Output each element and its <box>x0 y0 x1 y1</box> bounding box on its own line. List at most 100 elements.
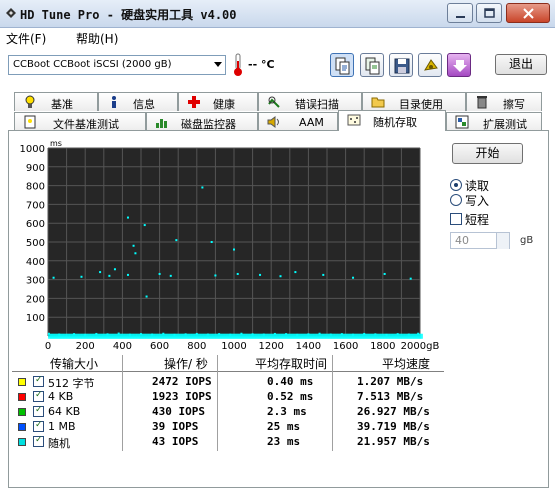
y-axis-label: ms <box>50 139 62 148</box>
col-header-access: 平均存取时间 <box>255 357 328 371</box>
chart-point <box>233 248 235 251</box>
options-button[interactable] <box>418 53 442 77</box>
tab-folder-usage[interactable]: 目录使用 <box>362 92 466 111</box>
series-checkbox[interactable] <box>33 405 44 417</box>
tab-benchmark[interactable]: 基准 <box>14 92 98 111</box>
chart-point <box>352 276 355 279</box>
table-row: 4 KB 1923 IOPS 0.52 ms 7.513 MB/s <box>12 389 442 405</box>
header-divider <box>12 371 444 372</box>
chart-point <box>409 277 412 280</box>
chart-point <box>80 275 83 278</box>
tab-random-access[interactable]: 随机存取 <box>338 110 446 131</box>
menu-file[interactable]: 文件(F) <box>6 30 46 47</box>
toolbar: CCBoot CCBoot iSCSI (2000 gB) -- °C 退出 <box>0 48 555 86</box>
x-tick-label: 600 <box>150 341 169 352</box>
temperature-readout: -- °C <box>248 58 275 71</box>
read-radio[interactable] <box>450 179 462 191</box>
folder-icon <box>371 97 385 108</box>
y-tick-label: 400 <box>26 257 45 268</box>
chart-point <box>175 239 178 242</box>
iops-value: 430 IOPS <box>152 405 205 418</box>
tab-extra-tests[interactable]: 扩展测试 <box>446 112 542 131</box>
chart-point <box>201 186 204 189</box>
short-stroke-unit: gB <box>520 235 534 246</box>
short-stroke-size-value: 40 <box>455 234 469 247</box>
tab-label: 基准 <box>51 98 73 111</box>
download-arrow-icon <box>453 60 467 72</box>
x-tick-label: 2000gB <box>401 341 440 352</box>
y-tick-label: 800 <box>26 182 45 193</box>
speaker-icon <box>267 116 279 128</box>
series-color-swatch <box>18 438 26 446</box>
series-checkbox[interactable] <box>33 375 44 387</box>
series-checkbox[interactable] <box>33 435 44 447</box>
copy-all-icon <box>365 57 380 75</box>
series-checkbox[interactable] <box>33 420 44 432</box>
chart-point <box>99 271 102 274</box>
random-access-icon <box>347 114 361 126</box>
y-tick-label: 500 <box>26 238 45 249</box>
close-button[interactable] <box>506 3 550 23</box>
minimize-icon <box>456 16 465 18</box>
access-time-value: 0.52 ms <box>267 390 314 403</box>
short-stroke-checkbox[interactable] <box>450 213 462 225</box>
tab-label: 健康 <box>213 98 235 111</box>
minimize-button[interactable] <box>447 3 473 23</box>
chart-point <box>210 241 213 243</box>
y-tick-label: 100 <box>26 313 45 324</box>
table-row: 1 MB 39 IOPS 25 ms 39.719 MB/s <box>12 419 442 435</box>
chart-point <box>158 272 161 275</box>
write-radio-label: 写入 <box>465 194 490 208</box>
transfer-size: 64 KB <box>48 405 81 418</box>
tab-label: 随机存取 <box>373 116 417 129</box>
chart-svg: 1000 900 800 700 600 500 400 300 200 100 ms 0 200 400… <box>20 139 440 352</box>
tab-health[interactable]: 健康 <box>178 92 258 111</box>
y-tick-label: 1000 <box>20 144 45 155</box>
x-tick-label: 1600 <box>333 341 358 352</box>
start-button[interactable]: 开始 <box>452 143 523 164</box>
copy-all-button[interactable] <box>360 53 384 77</box>
tab-label: 错误扫描 <box>295 98 339 111</box>
tab-file-benchmark[interactable]: 文件基准测试 <box>14 112 146 131</box>
tab-erase[interactable]: 擦写 <box>466 92 542 111</box>
chart-point <box>143 224 146 227</box>
tab-label: 擦写 <box>503 98 525 111</box>
tab-label: 信息 <box>133 98 155 111</box>
tab-error-scan[interactable]: 错误扫描 <box>258 92 362 111</box>
chart-point <box>126 273 129 276</box>
copy-info-button[interactable] <box>330 53 354 77</box>
iops-value: 2472 IOPS <box>152 375 212 388</box>
file-benchmark-icon <box>24 115 36 129</box>
menu-help[interactable]: 帮助(H) <box>76 30 118 47</box>
copy-info-icon <box>335 57 350 75</box>
col-header-iops: 操作/ 秒 <box>164 357 208 371</box>
tab-aam[interactable]: AAM <box>258 112 338 131</box>
access-time-value: 2.3 ms <box>267 405 307 418</box>
x-tick-label: 400 <box>113 341 132 352</box>
exit-button[interactable]: 退出 <box>495 54 547 75</box>
lightbulb-icon <box>25 95 35 108</box>
iops-value: 43 IOPS <box>152 435 199 448</box>
save-button[interactable] <box>389 53 413 77</box>
download-button[interactable] <box>447 53 471 77</box>
x-tick-label: 1400 <box>296 341 321 352</box>
y-tick-label: 300 <box>26 276 45 287</box>
tab-info[interactable]: 信息 <box>98 92 178 111</box>
tab-disk-monitor[interactable]: 磁盘监控器 <box>146 112 258 131</box>
spin-up-icon[interactable] <box>496 233 509 241</box>
close-icon <box>523 8 534 19</box>
thermometer-icon <box>234 53 242 76</box>
series-color-swatch <box>18 378 26 386</box>
y-tick-label: 600 <box>26 219 45 230</box>
drive-select[interactable]: CCBoot CCBoot iSCSI (2000 gB) <box>8 55 226 75</box>
maximize-button[interactable] <box>476 3 502 23</box>
spin-down-icon[interactable] <box>496 241 509 249</box>
save-icon <box>394 58 410 74</box>
short-stroke-label: 短程 <box>465 213 490 227</box>
trash-icon <box>477 96 487 109</box>
write-radio[interactable] <box>450 194 462 206</box>
series-checkbox[interactable] <box>33 390 44 402</box>
iops-value: 39 IOPS <box>152 420 199 433</box>
short-stroke-size-stepper[interactable]: 40 <box>450 232 510 249</box>
y-tick-label: 700 <box>26 200 45 211</box>
